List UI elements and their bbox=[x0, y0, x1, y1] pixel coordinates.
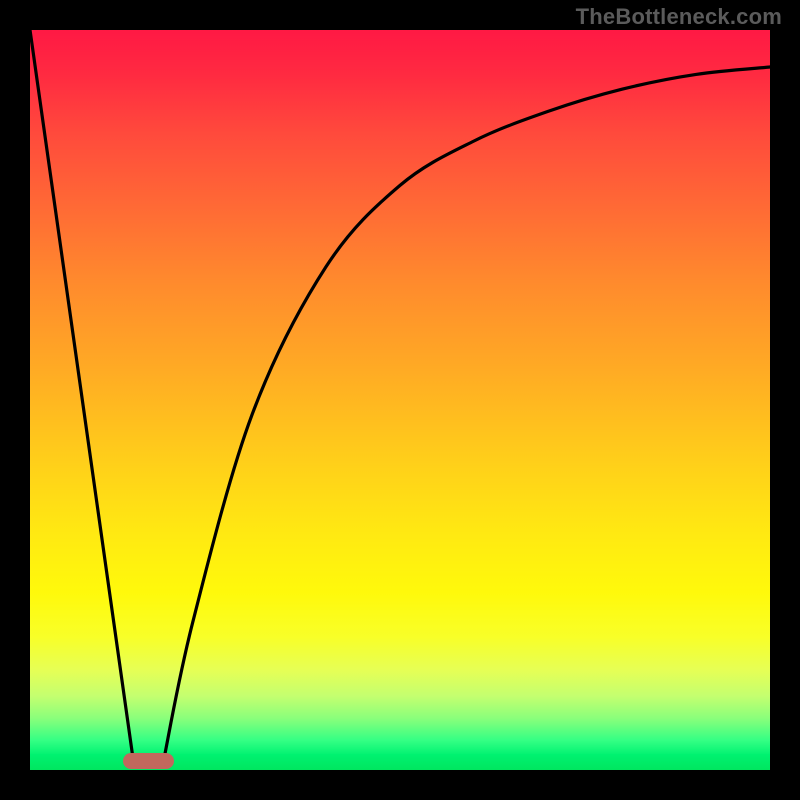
chart-frame: TheBottleneck.com bbox=[0, 0, 800, 800]
right-branch-curve bbox=[163, 67, 770, 763]
attribution-label: TheBottleneck.com bbox=[576, 4, 782, 30]
left-branch-curve bbox=[30, 30, 134, 763]
trough-bump bbox=[123, 753, 175, 769]
curve-layer bbox=[30, 30, 770, 770]
plot-area bbox=[30, 30, 770, 770]
